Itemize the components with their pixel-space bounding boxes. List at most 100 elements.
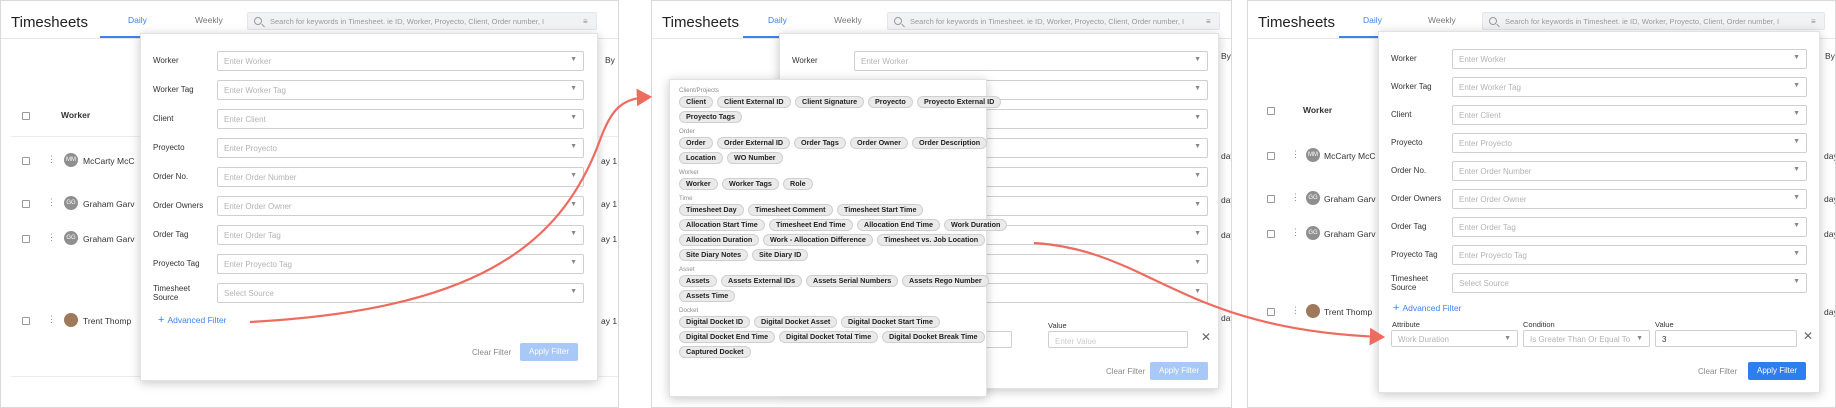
more-vertical-icon[interactable]: ⋮ bbox=[1291, 149, 1300, 160]
tab-daily[interactable]: Daily bbox=[1363, 15, 1382, 25]
attribute-chip[interactable]: Assets External IDs bbox=[721, 275, 803, 287]
attribute-chip[interactable]: Work - Allocation Difference bbox=[763, 234, 873, 246]
attribute-chip[interactable]: Digital Docket ID bbox=[679, 316, 751, 328]
worker-field[interactable]: Enter Worker ▼ bbox=[854, 51, 1208, 71]
worker-field[interactable]: Enter Worker ▼ bbox=[1452, 49, 1807, 69]
timesheet-source-select[interactable]: Select Source ▼ bbox=[217, 283, 584, 303]
attribute-chip[interactable]: Timesheet End Time bbox=[769, 219, 853, 231]
tab-weekly[interactable]: Weekly bbox=[195, 15, 223, 25]
attribute-chip[interactable]: Timesheet Day bbox=[679, 204, 744, 216]
tab-daily[interactable]: Daily bbox=[128, 15, 147, 25]
attribute-chip[interactable]: Allocation Start Time bbox=[679, 219, 765, 231]
value-input[interactable]: Enter Value bbox=[1048, 331, 1188, 348]
attribute-chip[interactable]: Proyecto bbox=[868, 96, 913, 108]
attribute-chip[interactable]: Assets Serial Numbers bbox=[806, 275, 899, 287]
attribute-chip[interactable]: Assets bbox=[679, 275, 717, 287]
tab-weekly[interactable]: Weekly bbox=[834, 15, 862, 25]
attribute-chip[interactable]: Proyecto Tags bbox=[679, 111, 742, 123]
condition-select[interactable]: Is Greater Than Or Equal To ▼ bbox=[1523, 330, 1650, 347]
attribute-chip[interactable]: Captured Docket bbox=[679, 346, 751, 358]
row-checkbox[interactable] bbox=[1267, 195, 1275, 203]
clear-filter-button[interactable]: Clear Filter bbox=[472, 348, 511, 357]
order-owner-field[interactable]: Enter Order Owner ▼ bbox=[1452, 189, 1807, 209]
attribute-chip[interactable]: Site Diary Notes bbox=[679, 249, 749, 261]
attribute-chip[interactable]: Client External ID bbox=[717, 96, 791, 108]
more-vertical-icon[interactable]: ⋮ bbox=[47, 197, 56, 208]
attribute-chip[interactable]: Client Signature bbox=[795, 96, 865, 108]
more-vertical-icon[interactable]: ⋮ bbox=[1291, 227, 1300, 238]
attribute-chip[interactable]: Worker Tags bbox=[722, 178, 779, 190]
attribute-chip[interactable]: Worker bbox=[679, 178, 718, 190]
order-owner-field[interactable]: Enter Order Owner ▼ bbox=[217, 196, 584, 216]
select-all-checkbox[interactable] bbox=[22, 112, 30, 120]
attribute-chip[interactable]: Digital Docket Total Time bbox=[779, 331, 879, 343]
proyecto-tag-field[interactable]: Enter Proyecto Tag ▼ bbox=[1452, 245, 1807, 265]
worker-field[interactable]: Enter Worker ▼ bbox=[217, 51, 584, 71]
more-vertical-icon[interactable]: ⋮ bbox=[47, 154, 56, 165]
attribute-chip[interactable]: WO Number bbox=[727, 152, 783, 164]
attribute-chip[interactable]: Order Owner bbox=[850, 137, 908, 149]
attribute-chip[interactable]: Site Diary ID bbox=[752, 249, 809, 261]
search-input[interactable]: Search for keywords in Timesheet. ie ID,… bbox=[247, 12, 597, 30]
attribute-chip[interactable]: Digital Docket Break Time bbox=[882, 331, 985, 343]
order-tag-field[interactable]: Enter Order Tag ▼ bbox=[1452, 217, 1807, 237]
order-tag-field[interactable]: Enter Order Tag ▼ bbox=[217, 225, 584, 245]
apply-filter-button[interactable]: Apply Filter bbox=[1150, 362, 1208, 380]
attribute-chip[interactable]: Digital Docket End Time bbox=[679, 331, 776, 343]
client-field[interactable]: Enter Client ▼ bbox=[217, 109, 584, 129]
attribute-chip[interactable]: Order Tags bbox=[794, 137, 846, 149]
attribute-chip[interactable]: Order External ID bbox=[717, 137, 791, 149]
row-checkbox[interactable] bbox=[22, 317, 30, 325]
attribute-chip[interactable]: Role bbox=[783, 178, 813, 190]
attribute-chip[interactable]: Order bbox=[679, 137, 713, 149]
value-input[interactable]: 3 bbox=[1655, 330, 1797, 347]
advanced-filter-link[interactable]: + Advanced Filter bbox=[158, 314, 227, 326]
order-number-field[interactable]: Enter Order Number ▼ bbox=[1452, 161, 1807, 181]
attribute-chip[interactable]: Assets Rego Number bbox=[902, 275, 989, 287]
order-number-field[interactable]: Enter Order Number ▼ bbox=[217, 167, 584, 187]
proyecto-tag-field[interactable]: Enter Proyecto Tag ▼ bbox=[217, 254, 584, 274]
client-field[interactable]: Enter Client ▼ bbox=[1452, 105, 1807, 125]
worker-tag-field[interactable]: Enter Worker Tag ▼ bbox=[217, 80, 584, 100]
attribute-chip[interactable]: Allocation End Time bbox=[857, 219, 940, 231]
close-icon[interactable]: ✕ bbox=[1201, 330, 1211, 344]
apply-filter-button[interactable]: Apply Filter bbox=[1748, 362, 1806, 380]
attribute-chip[interactable]: Timesheet Comment bbox=[748, 204, 833, 216]
more-vertical-icon[interactable]: ⋮ bbox=[1291, 305, 1300, 316]
timesheet-source-select[interactable]: Select Source ▼ bbox=[1452, 273, 1807, 293]
more-vertical-icon[interactable]: ⋮ bbox=[1291, 192, 1300, 203]
attribute-chip[interactable]: Timesheet Start Time bbox=[837, 204, 924, 216]
tab-weekly[interactable]: Weekly bbox=[1428, 15, 1456, 25]
proyecto-field[interactable]: Enter Proyecto ▼ bbox=[1452, 133, 1807, 153]
tab-daily[interactable]: Daily bbox=[768, 15, 787, 25]
filter-icon[interactable]: ≡ bbox=[1811, 17, 1819, 26]
select-all-checkbox[interactable] bbox=[1267, 107, 1275, 115]
filter-icon[interactable]: ≡ bbox=[1206, 17, 1214, 26]
proyecto-field[interactable]: Enter Proyecto ▼ bbox=[217, 138, 584, 158]
row-checkbox[interactable] bbox=[1267, 230, 1275, 238]
attribute-chip[interactable]: Assets Time bbox=[679, 290, 736, 302]
attribute-chip[interactable]: Allocation Duration bbox=[679, 234, 760, 246]
close-icon[interactable]: ✕ bbox=[1803, 329, 1813, 343]
row-checkbox[interactable] bbox=[1267, 308, 1275, 316]
attribute-chip[interactable]: Digital Docket Start Time bbox=[841, 316, 940, 328]
attribute-chip[interactable]: Digital Docket Asset bbox=[754, 316, 838, 328]
filter-icon[interactable]: ≡ bbox=[583, 17, 591, 26]
advanced-filter-link[interactable]: + Advanced Filter bbox=[1393, 302, 1462, 314]
attribute-chip[interactable]: Proyecto External ID bbox=[917, 96, 1002, 108]
search-input[interactable]: Search for keywords in Timesheet. ie ID,… bbox=[887, 12, 1220, 30]
more-vertical-icon[interactable]: ⋮ bbox=[47, 314, 56, 325]
row-checkbox[interactable] bbox=[22, 200, 30, 208]
clear-filter-button[interactable]: Clear Filter bbox=[1106, 367, 1145, 376]
row-checkbox[interactable] bbox=[22, 235, 30, 243]
attribute-chip[interactable]: Order Description bbox=[912, 137, 988, 149]
attribute-chip[interactable]: Timesheet vs. Job Location bbox=[877, 234, 986, 246]
apply-filter-button[interactable]: Apply Filter bbox=[520, 343, 578, 361]
search-input[interactable]: Search for keywords in Timesheet. ie ID,… bbox=[1482, 12, 1825, 30]
attribute-select[interactable]: Work Duration ▼ bbox=[1391, 330, 1518, 347]
attribute-chip[interactable]: Client bbox=[679, 96, 713, 108]
worker-tag-field[interactable]: Enter Worker Tag ▼ bbox=[1452, 77, 1807, 97]
clear-filter-button[interactable]: Clear Filter bbox=[1698, 367, 1737, 376]
row-checkbox[interactable] bbox=[1267, 152, 1275, 160]
attribute-chip[interactable]: Location bbox=[679, 152, 723, 164]
